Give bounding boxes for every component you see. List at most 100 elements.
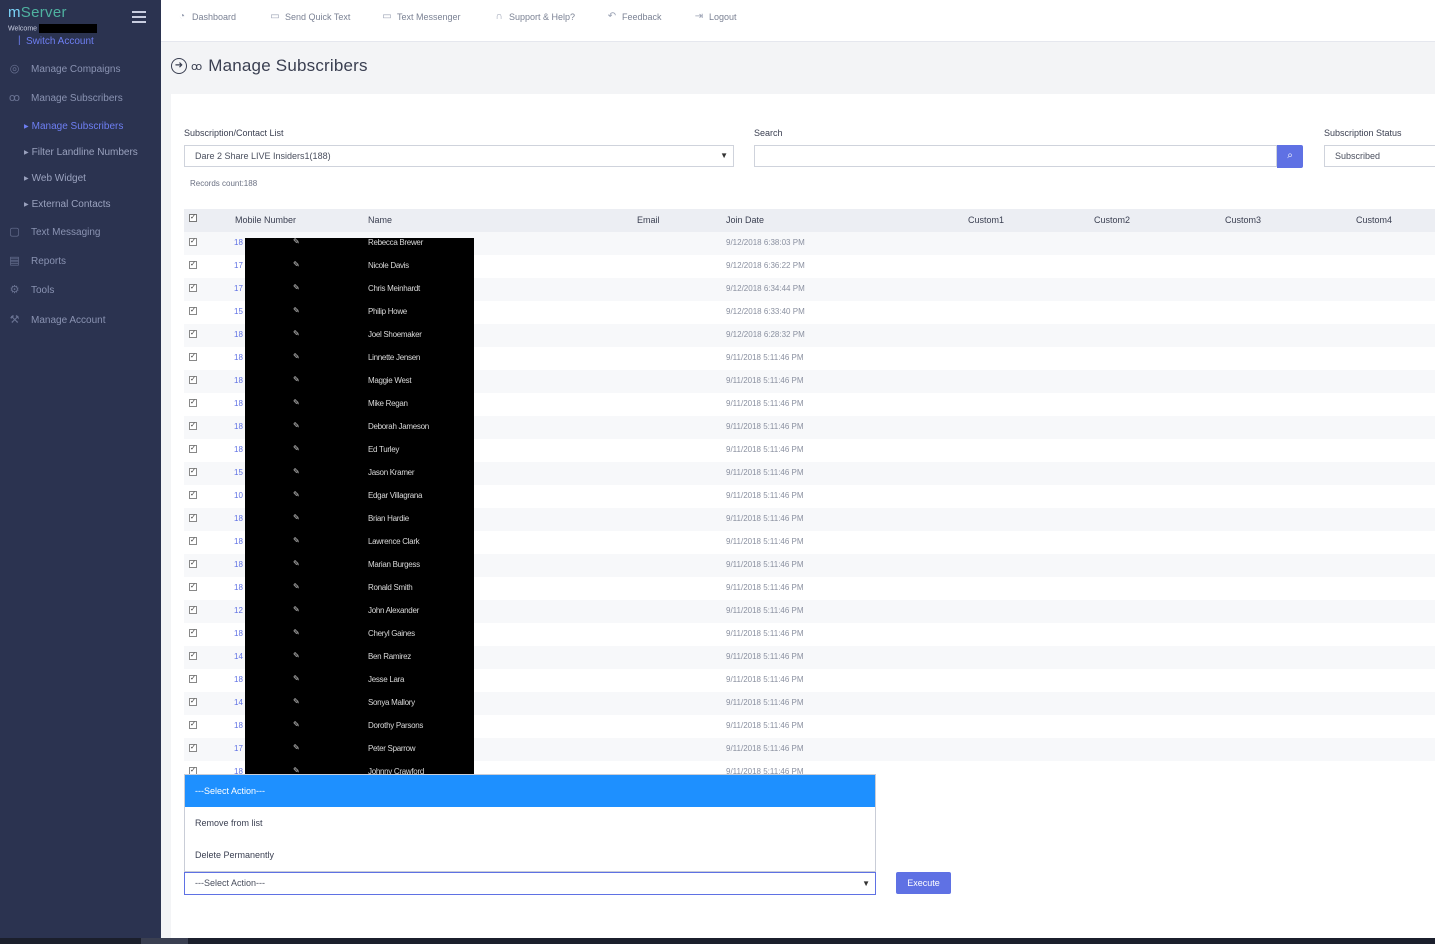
edit-icon[interactable]: ✎ [293, 651, 300, 660]
edit-icon[interactable]: ✎ [293, 283, 300, 292]
row-checkbox[interactable]: ✓ [189, 721, 197, 729]
sidebar-subitem-filter-landline[interactable]: ▶ Filter Landline Numbers [24, 147, 138, 158]
row-checkbox[interactable]: ✓ [189, 560, 197, 568]
row-checkbox[interactable]: ✓ [189, 399, 197, 407]
sidebar-item-manage-subscribers[interactable]: ꝏ Manage Subscribers [0, 88, 161, 108]
row-checkbox[interactable]: ✓ [189, 330, 197, 338]
mobile-number-link[interactable]: 18 [234, 353, 243, 362]
arrow-right-circle-icon[interactable]: ➜ [171, 58, 187, 74]
topnav-send-quick-text[interactable]: ▭ Send Quick Text [269, 11, 350, 23]
sidebar-item-reports[interactable]: ▤ Reports [0, 251, 161, 271]
menu-toggle-icon[interactable] [132, 11, 146, 23]
row-checkbox[interactable]: ✓ [189, 238, 197, 246]
mobile-number-link[interactable]: 18 [234, 721, 243, 730]
column-header-email[interactable]: Email [637, 215, 660, 225]
mobile-number-link[interactable]: 14 [234, 698, 243, 707]
edit-icon[interactable]: ✎ [293, 467, 300, 476]
topnav-text-messenger[interactable]: ▭ Text Messenger [381, 11, 460, 23]
edit-icon[interactable]: ✎ [293, 743, 300, 752]
mobile-number-link[interactable]: 18 [234, 629, 243, 638]
edit-icon[interactable]: ✎ [293, 260, 300, 269]
mobile-number-link[interactable]: 17 [234, 284, 243, 293]
execute-button[interactable]: Execute [896, 872, 951, 894]
row-checkbox[interactable]: ✓ [189, 284, 197, 292]
sidebar-item-manage-campaigns[interactable]: ◎ Manage Compaigns [0, 59, 161, 79]
row-checkbox[interactable]: ✓ [189, 422, 197, 430]
mobile-number-link[interactable]: 14 [234, 652, 243, 661]
row-checkbox[interactable]: ✓ [189, 468, 197, 476]
row-checkbox[interactable]: ✓ [189, 652, 197, 660]
mobile-number-link[interactable]: 18 [234, 376, 243, 385]
row-checkbox[interactable]: ✓ [189, 675, 197, 683]
row-checkbox[interactable]: ✓ [189, 445, 197, 453]
subscription-status-select[interactable]: Subscribed [1324, 145, 1435, 167]
row-checkbox[interactable]: ✓ [189, 606, 197, 614]
mobile-number-link[interactable]: 18 [234, 537, 243, 546]
mobile-number-link[interactable]: 15 [234, 468, 243, 477]
topnav-support-help[interactable]: ∩ Support & Help? [493, 11, 575, 23]
row-checkbox[interactable]: ✓ [189, 514, 197, 522]
edit-icon[interactable]: ✎ [293, 421, 300, 430]
action-option-select[interactable]: ---Select Action--- [185, 775, 875, 807]
mobile-number-link[interactable]: 17 [234, 261, 243, 270]
sidebar-subitem-manage-subscribers[interactable]: ▶ Manage Subscribers [24, 121, 123, 132]
row-checkbox[interactable]: ✓ [189, 629, 197, 637]
mobile-number-link[interactable]: 18 [234, 445, 243, 454]
edit-icon[interactable]: ✎ [293, 352, 300, 361]
edit-icon[interactable]: ✎ [293, 697, 300, 706]
edit-icon[interactable]: ✎ [293, 513, 300, 522]
edit-icon[interactable]: ✎ [293, 582, 300, 591]
search-button[interactable]: ⌕ [1277, 145, 1303, 168]
sidebar-item-text-messaging[interactable]: ▢ Text Messaging [0, 222, 161, 242]
mobile-number-link[interactable]: 12 [234, 606, 243, 615]
column-header-name[interactable]: Name [368, 215, 392, 225]
column-header-mobile[interactable]: Mobile Number [235, 215, 296, 225]
edit-icon[interactable]: ✎ [293, 238, 300, 246]
edit-icon[interactable]: ✎ [293, 605, 300, 614]
edit-icon[interactable]: ✎ [293, 559, 300, 568]
select-all-checkbox[interactable]: ✓ [189, 214, 197, 222]
row-checkbox[interactable]: ✓ [189, 376, 197, 384]
edit-icon[interactable]: ✎ [293, 306, 300, 315]
row-checkbox[interactable]: ✓ [189, 261, 197, 269]
edit-icon[interactable]: ✎ [293, 375, 300, 384]
mobile-number-link[interactable]: 10 [234, 491, 243, 500]
edit-icon[interactable]: ✎ [293, 398, 300, 407]
column-header-custom2[interactable]: Custom2 [1094, 215, 1130, 225]
mobile-number-link[interactable]: 18 [234, 583, 243, 592]
column-header-custom4[interactable]: Custom4 [1356, 215, 1392, 225]
brand-logo[interactable]: mServer [8, 4, 67, 21]
row-checkbox[interactable]: ✓ [189, 698, 197, 706]
sidebar-item-manage-account[interactable]: ⚒ Manage Account [0, 310, 161, 330]
sidebar-subitem-web-widget[interactable]: ▶ Web Widget [24, 173, 86, 184]
column-header-join-date[interactable]: Join Date [726, 215, 764, 225]
topnav-logout[interactable]: ⇥ Logout [693, 11, 737, 23]
edit-icon[interactable]: ✎ [293, 720, 300, 729]
action-select[interactable]: ---Select Action--- ▼ [184, 872, 876, 895]
switch-account-link[interactable]: Switch Account [18, 35, 94, 47]
mobile-number-link[interactable]: 18 [234, 560, 243, 569]
mobile-number-link[interactable]: 18 [234, 422, 243, 431]
mobile-number-link[interactable]: 18 [234, 514, 243, 523]
mobile-number-link[interactable]: 15 [234, 307, 243, 316]
column-header-custom3[interactable]: Custom3 [1225, 215, 1261, 225]
row-checkbox[interactable]: ✓ [189, 744, 197, 752]
mobile-number-link[interactable]: 18 [234, 238, 243, 247]
row-checkbox[interactable]: ✓ [189, 307, 197, 315]
edit-icon[interactable]: ✎ [293, 674, 300, 683]
row-checkbox[interactable]: ✓ [189, 537, 197, 545]
mobile-number-link[interactable]: 18 [234, 399, 243, 408]
edit-icon[interactable]: ✎ [293, 536, 300, 545]
action-option-remove[interactable]: Remove from list [185, 807, 875, 839]
topnav-feedback[interactable]: ↶ Feedback [606, 11, 662, 23]
search-input[interactable] [754, 145, 1277, 167]
edit-icon[interactable]: ✎ [293, 329, 300, 338]
contact-list-select[interactable]: Dare 2 Share LIVE Insiders1(188) ▼ [184, 145, 734, 167]
edit-icon[interactable]: ✎ [293, 628, 300, 637]
column-header-custom1[interactable]: Custom1 [968, 215, 1004, 225]
mobile-number-link[interactable]: 18 [234, 330, 243, 339]
mobile-number-link[interactable]: 18 [234, 675, 243, 684]
edit-icon[interactable]: ✎ [293, 490, 300, 499]
edit-icon[interactable]: ✎ [293, 444, 300, 453]
action-option-delete[interactable]: Delete Permanently [185, 839, 875, 871]
